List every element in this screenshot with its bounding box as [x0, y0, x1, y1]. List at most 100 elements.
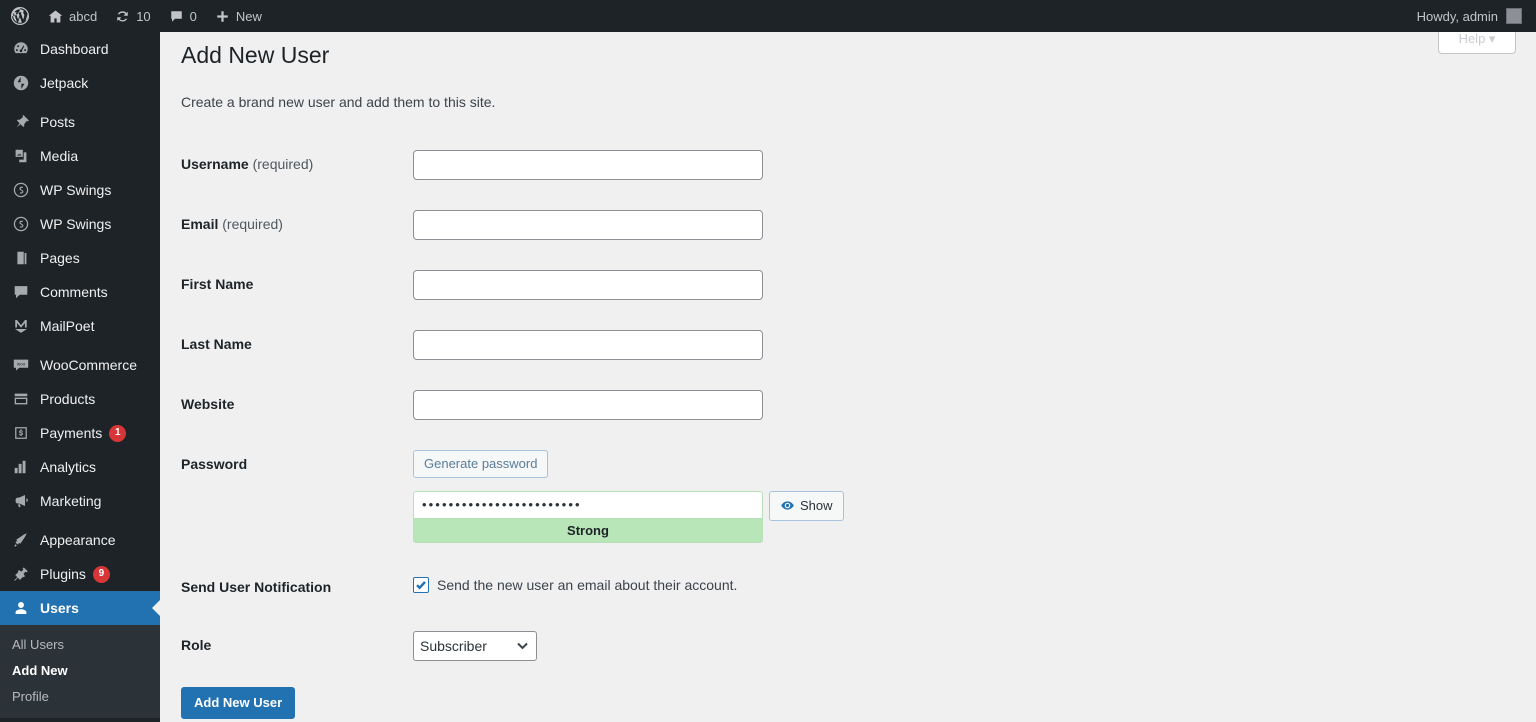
role-cell: SubscriberContributorAuthorEditorAdminis…: [403, 616, 854, 676]
jetpack-icon: [11, 73, 31, 93]
sidebar-item-plugins[interactable]: Plugins 9: [0, 557, 160, 591]
send-notification-cell: Send the new user an email about their a…: [403, 558, 854, 616]
account-menu[interactable]: Howdy, admin: [1408, 0, 1536, 32]
payments-icon: [11, 423, 31, 443]
first-name-input[interactable]: [413, 269, 763, 300]
megaphone-icon: [11, 491, 31, 511]
sidebar-item-label: Jetpack: [40, 75, 89, 91]
new-content-button[interactable]: New: [206, 0, 271, 32]
page-description: Create a brand new user and add them to …: [181, 93, 496, 110]
updates-icon: [115, 9, 130, 24]
dashboard-icon: [11, 39, 31, 59]
email-input[interactable]: [413, 209, 763, 240]
mailpoet-icon: [11, 316, 31, 336]
sidebar-subitem-all-users[interactable]: All Users: [0, 632, 160, 658]
sidebar-item-media[interactable]: Media: [0, 139, 160, 173]
sidebar-item-marketing[interactable]: Marketing: [0, 484, 160, 518]
show-password-button[interactable]: Show: [769, 490, 844, 521]
send-notification-checkbox[interactable]: [413, 576, 429, 593]
form-row-email: Email (required): [181, 195, 854, 255]
last-name-cell: [403, 315, 854, 375]
role-label-text: Role: [181, 637, 212, 654]
sidebar-item-label: Payments: [40, 425, 103, 441]
wordpress-logo-icon: [10, 6, 30, 26]
add-new-user-submit-button[interactable]: Add New User: [181, 687, 296, 720]
sidebar-submenu-users: All Users Add New Profile: [0, 625, 160, 718]
site-name-label: abcd: [69, 8, 98, 24]
sidebar-item-products[interactable]: Products: [0, 382, 160, 416]
password-label-text: Password: [181, 455, 248, 472]
first-name-label-text: First Name: [181, 275, 254, 292]
sidebar-item-label: Plugins: [40, 566, 86, 582]
generate-password-button[interactable]: Generate password: [413, 449, 549, 478]
sidebar-item-comments[interactable]: Comments: [0, 275, 160, 309]
comment-bubble-icon: [11, 282, 31, 302]
form-row-first-name: First Name: [181, 255, 854, 315]
form-row-send-notification: Send User Notification Send the new user…: [181, 558, 854, 616]
sidebar-item-appearance[interactable]: Appearance: [0, 523, 160, 557]
sidebar-item-wp-swings-1[interactable]: WP Swings: [0, 173, 160, 207]
eye-icon: [780, 498, 795, 513]
role-select[interactable]: SubscriberContributorAuthorEditorAdminis…: [413, 631, 537, 662]
username-label: Username (required): [181, 135, 403, 195]
website-cell: [403, 375, 854, 435]
wpswings-icon: [11, 214, 31, 234]
sidebar-item-label: WP Swings: [40, 216, 112, 232]
sidebar-item-woocommerce[interactable]: woo WooCommerce: [0, 348, 160, 382]
sidebar-item-label: WooCommerce: [40, 357, 137, 373]
form-row-website: Website: [181, 375, 854, 435]
sidebar-subitem-profile[interactable]: Profile: [0, 684, 160, 710]
media-icon: [11, 146, 31, 166]
pages-icon: [11, 248, 31, 268]
site-name-button[interactable]: abcd: [39, 0, 106, 32]
sidebar-item-jetpack[interactable]: Jetpack: [0, 66, 160, 100]
email-label-text: Email: [181, 215, 219, 232]
updates-count: 10: [136, 8, 151, 24]
website-label: Website: [181, 375, 403, 435]
sidebar-item-payments[interactable]: Payments 1: [0, 416, 160, 450]
send-notification-row: Send the new user an email about their a…: [413, 573, 844, 593]
sidebar-item-users[interactable]: Users: [0, 591, 160, 625]
updates-button[interactable]: 10: [106, 0, 159, 32]
send-notification-label: Send User Notification: [181, 558, 403, 616]
password-input[interactable]: ••••••••••••••••••••••••: [413, 490, 763, 519]
content-area: Help ▾ Add New User Create a brand new u…: [160, 32, 1536, 722]
help-tab-button[interactable]: Help ▾: [1438, 32, 1516, 54]
sidebar-item-pages[interactable]: Pages: [0, 241, 160, 275]
form-row-username: Username (required): [181, 135, 854, 195]
sidebar-subitem-add-new[interactable]: Add New: [0, 658, 160, 684]
appearance-icon: [11, 530, 31, 550]
sidebar-item-label: Pages: [40, 250, 80, 266]
woocommerce-icon: woo: [11, 355, 31, 375]
sidebar-badge-plugins: 9: [92, 565, 110, 583]
email-required-note: (required): [222, 215, 283, 232]
sidebar-item-label: Marketing: [40, 493, 102, 509]
avatar-icon: [1506, 8, 1522, 24]
sidebar-item-label: Appearance: [40, 532, 116, 548]
role-select-wrapper: SubscriberContributorAuthorEditorAdminis…: [413, 631, 537, 662]
username-input[interactable]: [413, 149, 763, 180]
first-name-label: First Name: [181, 255, 403, 315]
users-icon: [11, 598, 31, 618]
comments-button[interactable]: 0: [160, 0, 206, 32]
sidebar-item-wp-swings-2[interactable]: WP Swings: [0, 207, 160, 241]
wordpress-logo-button[interactable]: [0, 0, 39, 32]
sidebar-item-label: WP Swings: [40, 182, 112, 198]
sidebar-item-label: Comments: [40, 284, 108, 300]
page-title: Add New User: [181, 42, 330, 68]
role-label: Role: [181, 616, 403, 676]
sidebar-item-posts[interactable]: Posts: [0, 105, 160, 139]
admin-sidebar-menu: Dashboard Jetpack Posts Media WP Swings …: [0, 32, 160, 722]
greeting-label: Howdy, admin: [1416, 8, 1498, 24]
last-name-input[interactable]: [413, 329, 763, 360]
products-icon: [11, 389, 31, 409]
first-name-cell: [403, 255, 854, 315]
form-row-last-name: Last Name: [181, 315, 854, 375]
sidebar-item-analytics[interactable]: Analytics: [0, 450, 160, 484]
sidebar-item-label: MailPoet: [40, 318, 95, 334]
username-label-text: Username: [181, 155, 249, 172]
sidebar-item-dashboard[interactable]: Dashboard: [0, 32, 160, 66]
sidebar-item-mailpoet[interactable]: MailPoet: [0, 309, 160, 343]
new-content-label: New: [235, 8, 262, 24]
website-input[interactable]: [413, 389, 763, 420]
